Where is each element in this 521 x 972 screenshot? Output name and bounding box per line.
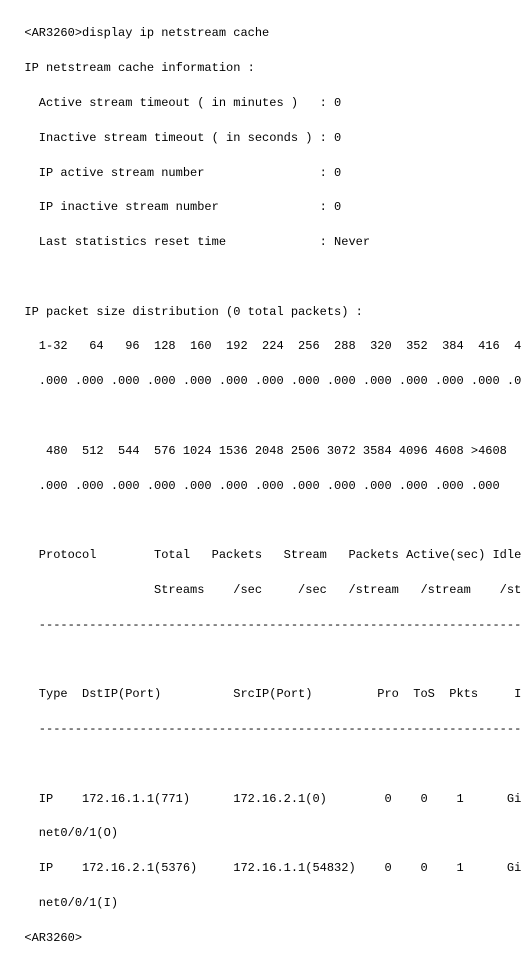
line-22: IP 172.16.1.1(771) 172.16.2.1(0) 0 0 1 G… [24, 792, 521, 806]
line-19: Type DstIP(Port) SrcIP(Port) Pro ToS Pkt… [24, 687, 521, 701]
line-13: .000 .000 .000 .000 .000 .000 .000 .000 … [24, 479, 499, 493]
line-12: 480 512 544 576 1024 1536 2048 2506 3072… [24, 444, 506, 458]
line-1: IP netstream cache information : [24, 61, 254, 75]
line-2: Active stream timeout ( in minutes ) : 0 [24, 96, 341, 110]
line-3: Inactive stream timeout ( in seconds ) :… [24, 131, 341, 145]
terminal-output: <AR3260>display ip netstream cache IP ne… [10, 8, 511, 964]
line-4: IP active stream number : 0 [24, 166, 341, 180]
line-6: Last statistics reset time : Never [24, 235, 370, 249]
line-24: IP 172.16.2.1(5376) 172.16.1.1(54832) 0 … [24, 861, 521, 875]
line-16: Streams /sec /sec /stream /stream /strea… [24, 583, 521, 597]
line-17: ----------------------------------------… [24, 618, 521, 632]
line-25: net0/0/1(I) [24, 896, 118, 910]
line-23: net0/0/1(O) [24, 826, 118, 840]
line-8: IP packet size distribution (0 total pac… [24, 305, 362, 319]
line-5: IP inactive stream number : 0 [24, 200, 341, 214]
line-20: ----------------------------------------… [24, 722, 521, 736]
line-26: <AR3260> [24, 931, 82, 945]
line-10: .000 .000 .000 .000 .000 .000 .000 .000 … [24, 374, 521, 388]
line-15: Protocol Total Packets Stream Packets Ac… [24, 548, 521, 562]
line-9: 1-32 64 96 128 160 192 224 256 288 320 3… [24, 339, 521, 353]
line-0: <AR3260>display ip netstream cache [24, 26, 269, 40]
